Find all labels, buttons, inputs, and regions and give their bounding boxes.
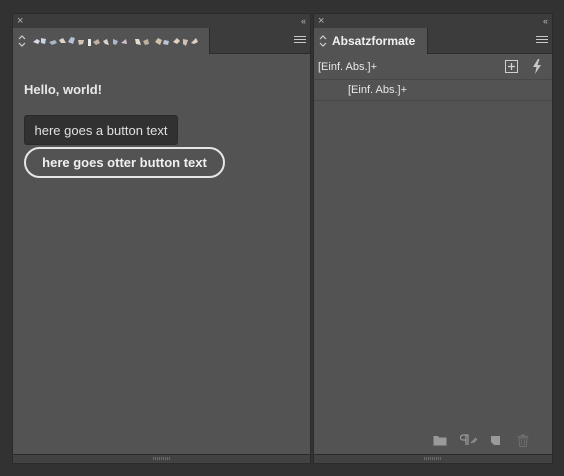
style-name: [Einf. Abs.]+	[348, 84, 408, 96]
new-item-icon[interactable]	[490, 434, 502, 446]
close-icon[interactable]: ×	[318, 14, 324, 28]
style-list-item[interactable]: [Einf. Abs.]+	[314, 80, 552, 101]
hamburger-menu-icon[interactable]	[294, 36, 306, 46]
close-icon[interactable]: ×	[17, 14, 23, 28]
up-down-arrows-icon	[319, 35, 327, 47]
button-two[interactable]: here goes otter button text	[24, 147, 225, 178]
tab-label: Absatzformate	[332, 34, 416, 48]
resize-handle[interactable]	[13, 454, 310, 463]
tab-extension[interactable]	[13, 28, 210, 54]
button-one[interactable]: here goes a button text	[24, 115, 178, 145]
current-style-header: [Einf. Abs.]+	[314, 55, 552, 80]
left-panel: × ‹‹ Hello, world! here goes a button te…	[12, 13, 311, 464]
garbled-tab-label-glyphs	[33, 37, 198, 46]
lightning-icon[interactable]	[532, 59, 542, 74]
hello-heading: Hello, world!	[24, 82, 102, 97]
panel-title-bar: × ‹‹	[314, 14, 552, 28]
new-style-plus-icon[interactable]	[505, 60, 518, 73]
trash-icon[interactable]	[517, 434, 529, 447]
hamburger-menu-icon[interactable]	[536, 36, 548, 46]
tab-absatzformate[interactable]: Absatzformate	[314, 28, 428, 54]
double-chevron-left-icon[interactable]: ‹‹	[301, 14, 306, 28]
tab-bar	[13, 28, 310, 54]
tab-bar: Absatzformate	[314, 28, 552, 54]
double-chevron-left-icon[interactable]: ‹‹	[543, 14, 548, 28]
up-down-arrows-icon	[18, 35, 26, 47]
paragraph-style-icon[interactable]	[460, 434, 478, 446]
bottom-toolbar	[314, 429, 552, 455]
grip-icon	[152, 457, 171, 460]
panel-title-bar: × ‹‹	[13, 14, 310, 28]
right-panel: × ‹‹ Absatzformate [Einf. Abs.]+ [Einf. …	[313, 13, 553, 464]
folder-icon[interactable]	[433, 434, 447, 446]
current-style-label: [Einf. Abs.]+	[318, 61, 378, 73]
resize-handle[interactable]	[314, 454, 552, 463]
grip-icon	[424, 457, 442, 460]
